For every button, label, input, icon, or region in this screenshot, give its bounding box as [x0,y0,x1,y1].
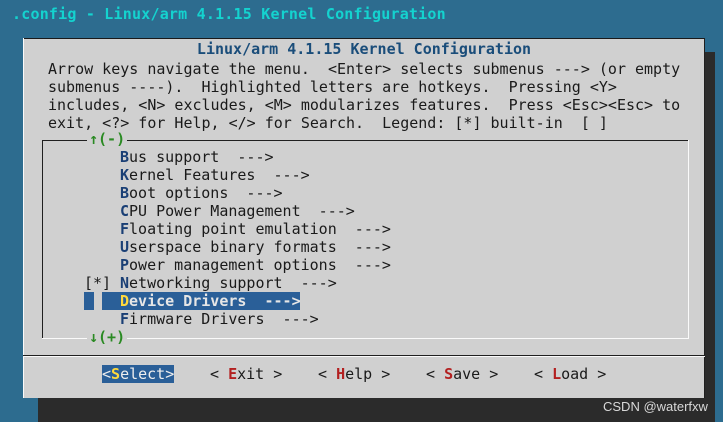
menu-item-cpu-power-management[interactable]: CPU Power Management ---> [120,202,355,220]
button-label: xit [237,365,265,383]
hotkey-letter: B [120,184,130,202]
checkbox-networking-support[interactable]: [*] [84,274,111,292]
dialog-separator-highlight [23,356,705,357]
button-bracket: < [318,365,337,383]
help-text-line: exit, <?> for Help, </> for Search. Lege… [48,114,608,132]
menu-item-power-management-options[interactable]: Power management options ---> [120,256,391,274]
menu-item-label: loating point emulation ---> [129,220,391,238]
menu-item-label: serspace binary formats ---> [129,238,391,256]
menu-item-label: us support ---> [129,148,274,166]
button-bracket: < [210,365,229,383]
load-button[interactable]: < Load > [534,365,606,383]
menu-item-label: ower management options ---> [129,256,391,274]
button-bracket: < [102,365,112,383]
hotkey-letter: L [552,365,562,383]
hotkey-letter: N [120,274,130,292]
dialog-border-right [704,38,705,398]
menu-item-label: etworking support ---> [129,274,337,292]
menu-item-networking-support[interactable]: Networking support ---> [120,274,337,292]
button-label: elp [345,365,373,383]
selection-cursor [84,292,94,310]
button-label: elect [120,365,166,383]
menu-item-firmware-drivers[interactable]: Firmware Drivers ---> [120,310,319,328]
button-label: oad [561,365,589,383]
help-text-line: includes, <N> excludes, <M> modularizes … [48,96,681,114]
menu-item-label: ernel Features ---> [129,166,310,184]
help-text-line: Arrow keys navigate the menu. <Enter> se… [48,60,681,78]
dialog-title: Linux/arm 4.1.15 Kernel Configuration [196,40,532,58]
watermark: CSDN @waterfxw [603,399,708,414]
menu-item-device-drivers[interactable]: Device Drivers ---> [102,292,301,310]
button-bracket: > [165,365,175,383]
scroll-down-indicator[interactable]: ↓(+) [87,328,128,346]
menu-item-label: PU Power Management ---> [129,202,355,220]
menu-item-bus-support[interactable]: Bus support ---> [120,148,274,166]
menu-item-kernel-features[interactable]: Kernel Features ---> [120,166,310,184]
window-title-bar: .config - Linux/arm 4.1.15 Kernel Config… [0,0,723,30]
scroll-up-indicator[interactable]: ↑(-) [87,130,128,148]
window-title: .config - Linux/arm 4.1.15 Kernel Config… [12,5,446,23]
button-label: ave [453,365,481,383]
hotkey-letter: D [120,292,130,310]
hotkey-letter: F [120,220,130,238]
button-bracket: < [426,365,445,383]
button-bracket: > [480,365,499,383]
hotkey-letter: S [111,365,121,383]
select-button[interactable]: <Select> [102,365,175,383]
hotkey-letter: U [120,238,130,256]
menu-item-label: irmware Drivers ---> [129,310,319,328]
menu-box-border-bottom [42,338,689,339]
hotkey-letter: C [120,202,130,220]
hotkey-letter: S [444,365,454,383]
hotkey-letter: E [228,365,238,383]
menu-item-userspace-binary-formats[interactable]: Userspace binary formats ---> [120,238,391,256]
help-text-line: submenus ----). Highlighted letters are … [48,78,617,96]
button-bracket: > [372,365,391,383]
dialog-shadow-right [705,52,715,414]
help-button[interactable]: < Help > [318,365,390,383]
menu-item-label: oot options ---> [129,184,283,202]
dialog-border-top [23,38,705,39]
hotkey-letter: P [120,256,130,274]
kernel-config-dialog: Linux/arm 4.1.15 Kernel Configuration Ar… [23,38,705,398]
button-bracket: > [264,365,283,383]
menu-box-border-right [688,140,689,338]
save-button[interactable]: < Save > [426,365,498,383]
menu-item-floating-point-emulation[interactable]: Floating point emulation ---> [120,220,391,238]
hotkey-letter: B [120,148,130,166]
menu-box-border-top [42,140,688,141]
button-bracket: < [534,365,553,383]
dialog-border-left [23,38,24,398]
hotkey-letter: H [336,365,346,383]
menu-box-border-left [42,140,43,338]
menu-item-label: evice Drivers ---> [129,292,301,310]
hotkey-letter: F [120,310,130,328]
hotkey-letter: K [120,166,130,184]
button-bracket: > [588,365,607,383]
exit-button[interactable]: < Exit > [210,365,282,383]
menu-item-boot-options[interactable]: Boot options ---> [120,184,283,202]
